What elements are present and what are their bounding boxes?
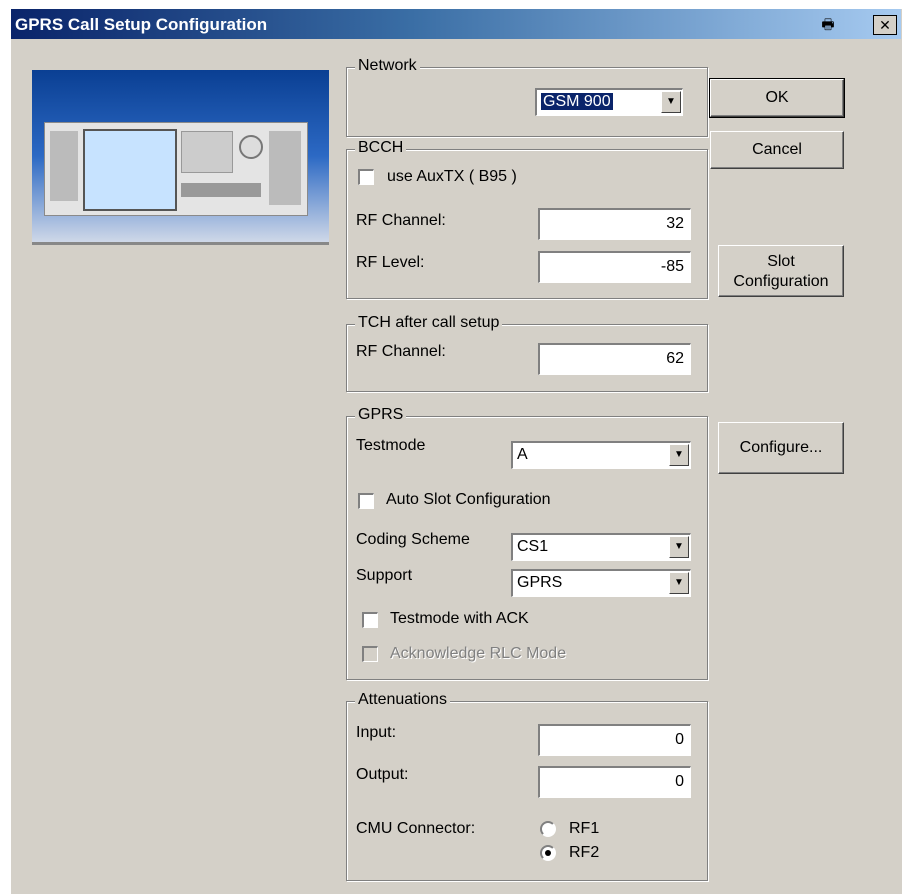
ok-button[interactable]: OK [709, 78, 845, 118]
ack-rlc-checkbox [362, 646, 378, 662]
testmode-select[interactable]: A ▼ [511, 441, 691, 469]
bcch-rf-level-label: RF Level: [356, 254, 425, 271]
testmode-ack-label: Testmode with ACK [390, 610, 529, 627]
gprs-legend: GPRS [355, 406, 407, 424]
testmode-label: Testmode [356, 437, 426, 454]
slot-configuration-label-line2: Configuration [733, 273, 829, 290]
rf1-label: RF1 [569, 820, 600, 837]
auto-slot-checkbox[interactable] [358, 493, 374, 509]
bcch-group: BCCH use AuxTX ( B95 ) RF Channel: 32 RF… [346, 139, 708, 299]
support-select[interactable]: GPRS ▼ [511, 569, 691, 597]
network-legend: Network [355, 57, 420, 75]
ack-rlc-label: Acknowledge RLC Mode [390, 645, 567, 662]
attenuation-output-field[interactable]: 0 [538, 766, 691, 798]
title-bar[interactable]: GPRS Call Setup Configuration 🖶 ✕ [11, 9, 901, 39]
dialog-window: GPRS Call Setup Configuration 🖶 ✕ Networ… [10, 8, 902, 894]
printer-icon[interactable]: 🖶 [817, 15, 839, 33]
instrument-device-image [44, 122, 308, 216]
slot-configuration-button[interactable]: Slot Configuration [718, 245, 844, 297]
network-selected-value: GSM 900 [541, 93, 613, 110]
configure-button[interactable]: Configure... [718, 422, 844, 474]
support-label: Support [356, 567, 413, 584]
attenuation-input-field[interactable]: 0 [538, 724, 691, 756]
output-label: Output: [356, 766, 409, 783]
chevron-down-icon[interactable]: ▼ [669, 444, 689, 466]
close-icon[interactable]: ✕ [873, 15, 897, 35]
network-select[interactable]: GSM 900 ▼ [535, 88, 683, 116]
tch-legend: TCH after call setup [355, 314, 503, 332]
tch-group: TCH after call setup RF Channel: 62 [346, 314, 708, 392]
attenuations-group: Attenuations Input: 0 Output: 0 CMU Conn… [346, 691, 708, 881]
tch-rf-channel-label: RF Channel: [356, 343, 446, 360]
rf1-radio[interactable] [540, 821, 556, 837]
tch-rf-channel-input[interactable]: 62 [538, 343, 691, 375]
gprs-group: GPRS Testmode A ▼ Auto Slot Configuratio… [346, 406, 708, 680]
instrument-photo [32, 70, 329, 245]
coding-scheme-select[interactable]: CS1 ▼ [511, 533, 691, 561]
network-group: Network GSM 900 ▼ [346, 57, 708, 137]
auto-slot-label: Auto Slot Configuration [386, 491, 551, 508]
bcch-rf-level-input[interactable]: -85 [538, 251, 691, 283]
chevron-down-icon[interactable]: ▼ [669, 572, 689, 594]
coding-scheme-value: CS1 [517, 538, 549, 555]
chevron-down-icon[interactable]: ▼ [661, 91, 681, 113]
rf2-label: RF2 [569, 844, 600, 861]
testmode-ack-checkbox[interactable] [362, 612, 378, 628]
support-value: GPRS [517, 574, 563, 591]
cancel-button[interactable]: Cancel [710, 131, 844, 169]
use-auxtx-label: use AuxTX ( B95 ) [387, 168, 517, 185]
bcch-rf-channel-input[interactable]: 32 [538, 208, 691, 240]
chevron-down-icon[interactable]: ▼ [669, 536, 689, 558]
testmode-value: A [517, 446, 528, 463]
window-title: GPRS Call Setup Configuration [15, 15, 268, 34]
slot-configuration-label-line1: Slot [767, 253, 795, 270]
rf2-radio[interactable] [540, 845, 556, 861]
use-auxtx-checkbox[interactable] [358, 169, 374, 185]
bcch-rf-channel-label: RF Channel: [356, 212, 446, 229]
coding-scheme-label: Coding Scheme [356, 531, 470, 548]
bcch-legend: BCCH [355, 139, 407, 157]
cmu-connector-label: CMU Connector: [356, 820, 476, 837]
input-label: Input: [356, 724, 397, 741]
attenuations-legend: Attenuations [355, 691, 450, 709]
